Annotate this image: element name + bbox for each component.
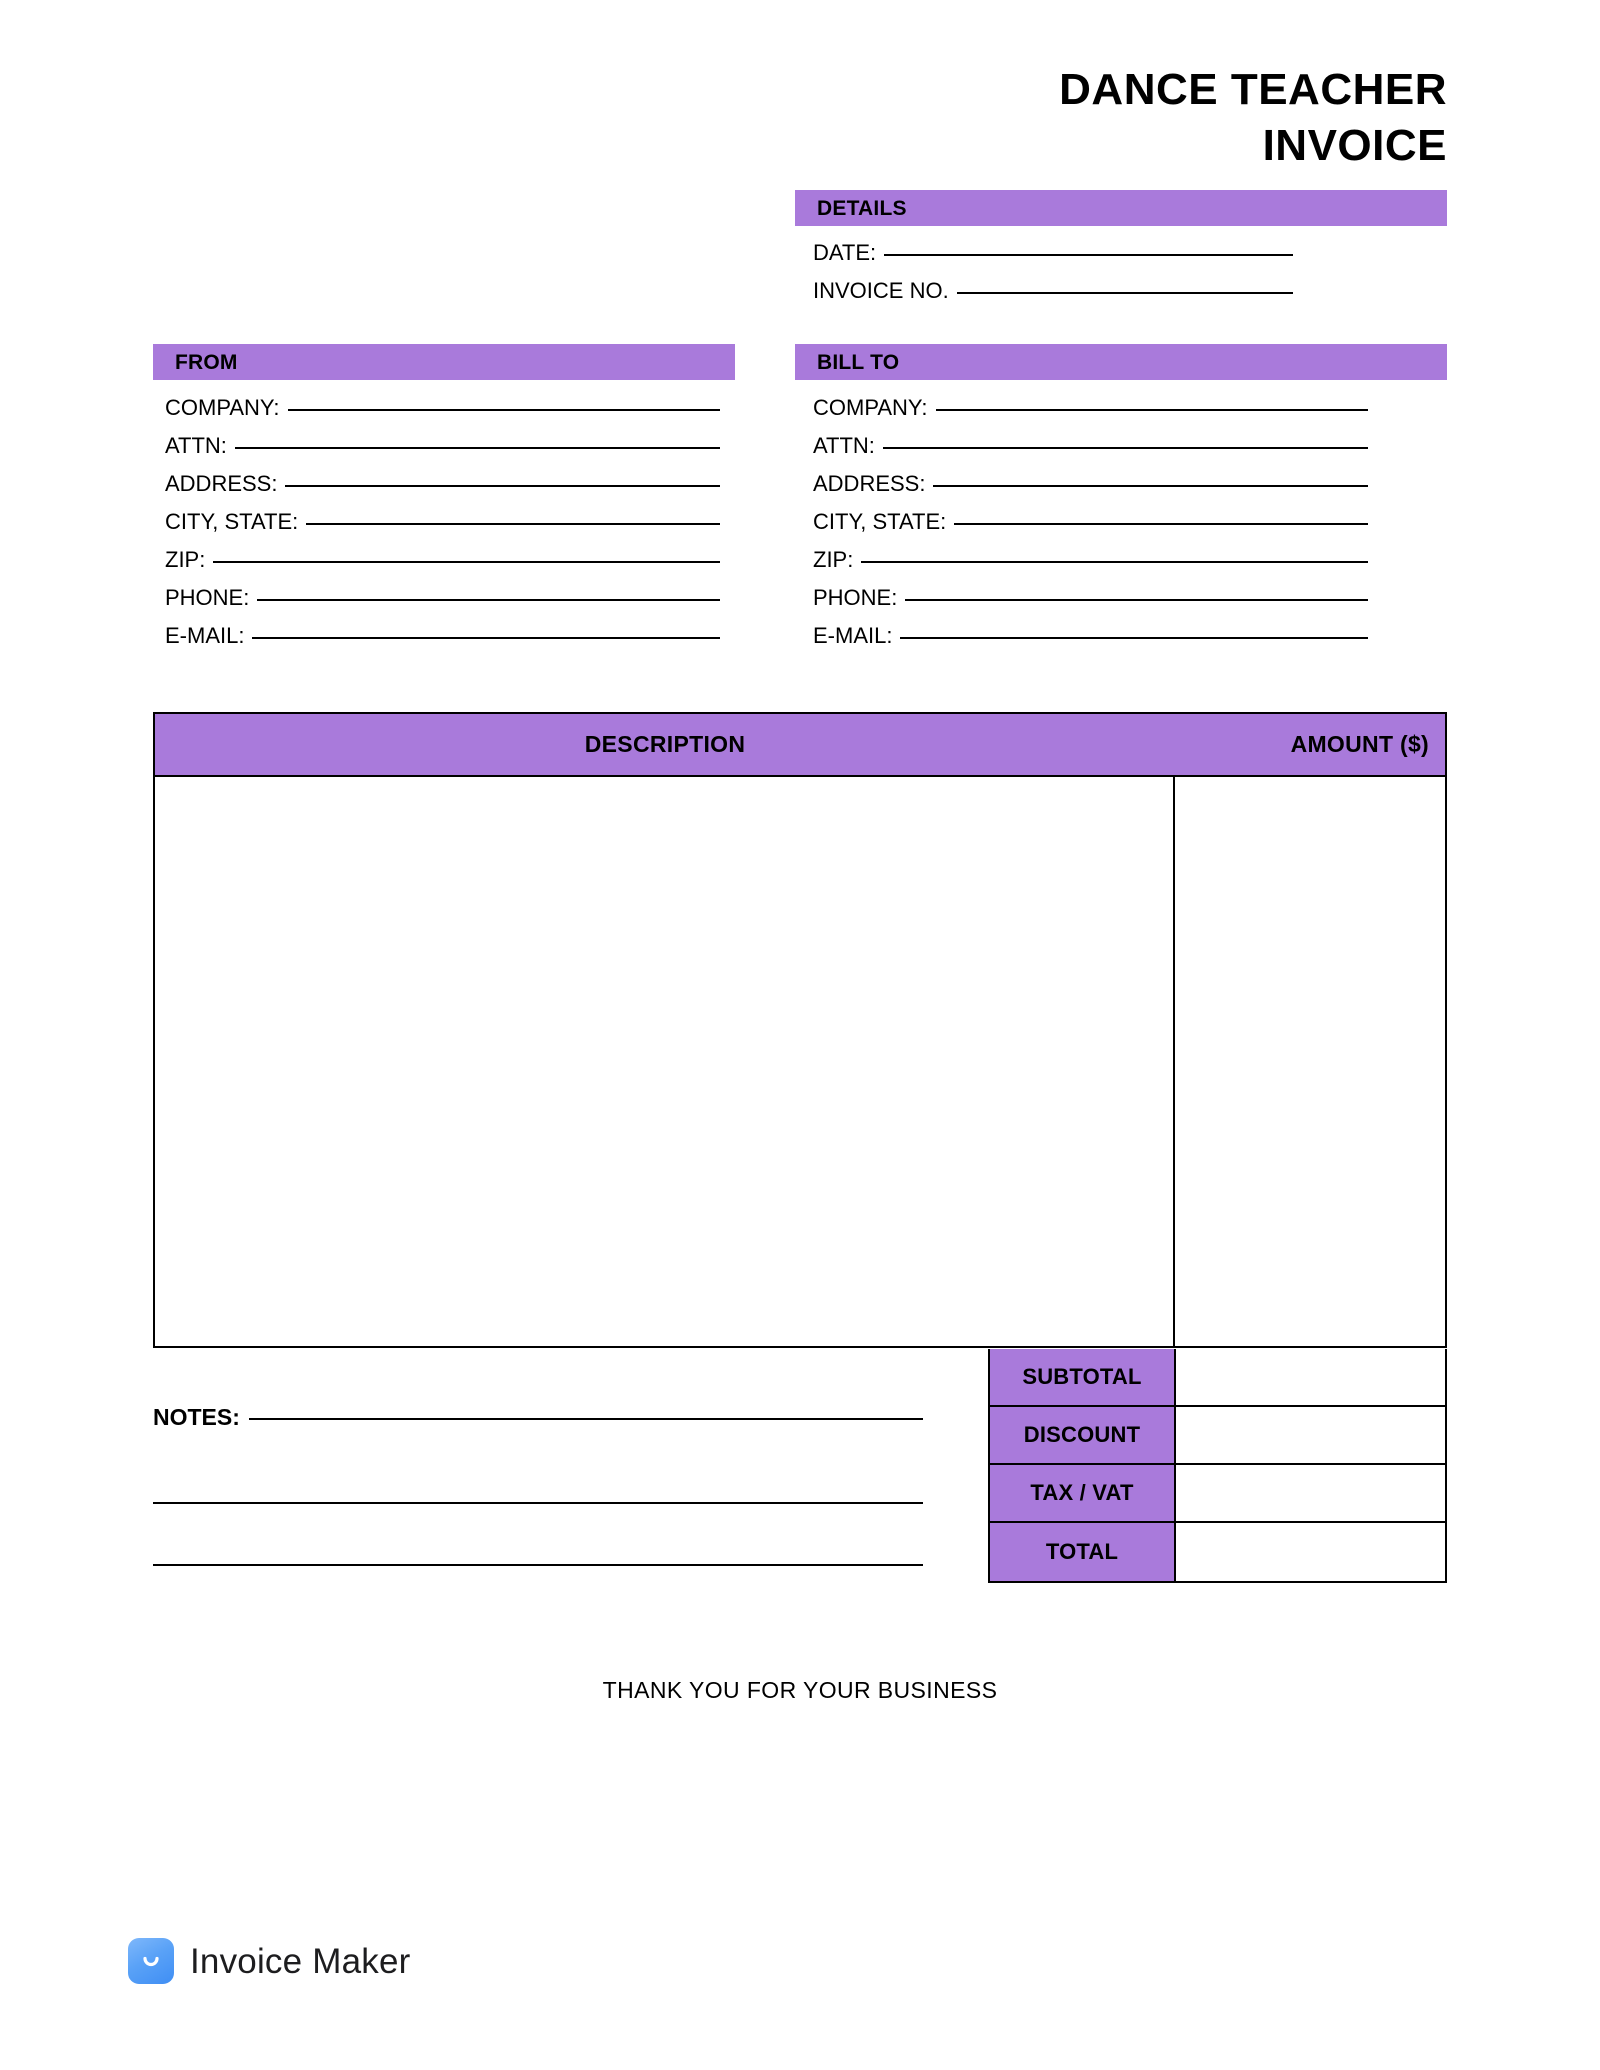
billto-phone-input-line[interactable] <box>905 577 1368 601</box>
amount-column-header: AMOUNT ($) <box>1175 714 1445 775</box>
field-row-billto-phone: PHONE: <box>813 579 1368 617</box>
billto-city-state-input-line[interactable] <box>954 501 1368 525</box>
line-items-body <box>155 777 1445 1346</box>
field-row-from-attn: ATTN: <box>165 427 720 465</box>
invoice-maker-logo-icon <box>128 1938 174 1984</box>
field-row-billto-company: COMPANY: <box>813 389 1368 427</box>
notes-line-1: NOTES: <box>153 1400 923 1434</box>
field-row-from-email: E-MAIL: <box>165 617 720 655</box>
details-field-group: DATE: INVOICE NO. <box>813 234 1293 310</box>
notes-spacer-1 <box>153 1434 923 1502</box>
billto-email-input-line[interactable] <box>900 615 1368 639</box>
amount-header-label: AMOUNT ($) <box>1290 731 1429 757</box>
description-column-header: DESCRIPTION <box>155 714 1175 775</box>
field-row-date: DATE: <box>813 234 1293 272</box>
field-row-billto-zip: ZIP: <box>813 541 1368 579</box>
field-row-billto-address: ADDRESS: <box>813 465 1368 503</box>
from-zip-label: ZIP: <box>165 547 206 572</box>
invoice-no-input-line[interactable] <box>956 270 1293 294</box>
total-label-cell: TOTAL <box>990 1523 1176 1581</box>
discount-label-cell: DISCOUNT <box>990 1407 1176 1463</box>
details-heading-label: DETAILS <box>817 196 907 220</box>
billto-company-label: COMPANY: <box>813 395 928 420</box>
from-email-input-line[interactable] <box>252 615 720 639</box>
invoice-no-label: INVOICE NO. <box>813 278 949 303</box>
from-field-group: COMPANY: ATTN: ADDRESS: CITY, STATE: ZIP… <box>165 389 720 655</box>
totals-row-tax-vat: TAX / VAT <box>990 1465 1445 1523</box>
from-heading-label: FROM <box>175 350 238 374</box>
from-phone-input-line[interactable] <box>257 577 720 601</box>
field-row-billto-attn: ATTN: <box>813 427 1368 465</box>
line-items-header-row: DESCRIPTION AMOUNT ($) <box>155 714 1445 777</box>
billto-zip-label: ZIP: <box>813 547 854 572</box>
notes-spacer-2 <box>153 1504 923 1564</box>
line-items-table: DESCRIPTION AMOUNT ($) <box>153 712 1447 1348</box>
totals-row-discount: DISCOUNT <box>990 1407 1445 1465</box>
subtotal-value-cell[interactable] <box>1176 1349 1445 1405</box>
discount-label: DISCOUNT <box>1023 1422 1141 1447</box>
totals-row-total: TOTAL <box>990 1523 1445 1581</box>
from-attn-input-line[interactable] <box>234 425 720 449</box>
total-value-cell[interactable] <box>1176 1523 1445 1581</box>
title-line-primary: DANCE TEACHER <box>1059 65 1447 114</box>
bill-to-field-group: COMPANY: ATTN: ADDRESS: CITY, STATE: ZIP… <box>813 389 1368 655</box>
billto-company-input-line[interactable] <box>935 387 1368 411</box>
from-zip-input-line[interactable] <box>213 539 720 563</box>
from-city-state-label: CITY, STATE: <box>165 509 299 534</box>
field-row-billto-email: E-MAIL: <box>813 617 1368 655</box>
discount-value-cell[interactable] <box>1176 1407 1445 1463</box>
field-row-from-address: ADDRESS: <box>165 465 720 503</box>
thank-you-message: THANK YOU FOR YOUR BUSINESS <box>602 1677 998 1703</box>
subtotal-label-cell: SUBTOTAL <box>990 1349 1176 1405</box>
billto-phone-label: PHONE: <box>813 585 898 610</box>
notes-input-line-1[interactable] <box>248 1398 923 1420</box>
field-row-from-phone: PHONE: <box>165 579 720 617</box>
date-label: DATE: <box>813 240 877 265</box>
from-attn-label: ATTN: <box>165 433 227 458</box>
tax-vat-value-cell[interactable] <box>1176 1465 1445 1521</box>
field-row-from-zip: ZIP: <box>165 541 720 579</box>
billto-address-label: ADDRESS: <box>813 471 926 496</box>
description-header-label: DESCRIPTION <box>584 731 746 757</box>
total-label: TOTAL <box>1045 1539 1119 1564</box>
bill-to-section-header: BILL TO <box>795 344 1447 380</box>
from-phone-label: PHONE: <box>165 585 250 610</box>
from-email-label: E-MAIL: <box>165 623 245 648</box>
notes-label: NOTES: <box>153 1404 240 1430</box>
from-company-label: COMPANY: <box>165 395 280 420</box>
from-company-input-line[interactable] <box>287 387 720 411</box>
from-address-input-line[interactable] <box>285 463 720 487</box>
billto-address-input-line[interactable] <box>933 463 1368 487</box>
field-row-billto-city-state: CITY, STATE: <box>813 503 1368 541</box>
billto-email-label: E-MAIL: <box>813 623 893 648</box>
field-row-from-city-state: CITY, STATE: <box>165 503 720 541</box>
from-address-label: ADDRESS: <box>165 471 278 496</box>
field-row-from-company: COMPANY: <box>165 389 720 427</box>
description-entry-area[interactable] <box>155 777 1175 1346</box>
brand-name-label: Invoice Maker <box>190 1941 411 1981</box>
billto-zip-input-line[interactable] <box>861 539 1368 563</box>
title-line-secondary: INVOICE <box>1262 121 1447 170</box>
subtotal-label: SUBTOTAL <box>1022 1364 1142 1389</box>
bill-to-heading-label: BILL TO <box>817 350 900 374</box>
notes-section: NOTES: <box>153 1400 923 1566</box>
date-input-line[interactable] <box>884 232 1293 256</box>
totals-row-subtotal: SUBTOTAL <box>990 1349 1445 1407</box>
tax-vat-label-cell: TAX / VAT <box>990 1465 1176 1521</box>
amount-entry-area[interactable] <box>1175 777 1445 1346</box>
totals-table: SUBTOTAL DISCOUNT TAX / VAT TOTAL <box>988 1349 1447 1583</box>
from-city-state-input-line[interactable] <box>306 501 720 525</box>
brand-footer: Invoice Maker <box>128 1938 410 1984</box>
page-title: DANCE TEACHER INVOICE <box>153 62 1447 174</box>
field-row-invoice-no: INVOICE NO. <box>813 272 1293 310</box>
billto-attn-label: ATTN: <box>813 433 875 458</box>
billto-attn-input-line[interactable] <box>882 425 1368 449</box>
details-section-header: DETAILS <box>795 190 1447 226</box>
notes-input-line-3[interactable] <box>153 1564 923 1566</box>
from-section-header: FROM <box>153 344 735 380</box>
invoice-page: DANCE TEACHER INVOICE DETAILS DATE: INVO… <box>0 0 1600 2070</box>
tax-vat-label: TAX / VAT <box>1030 1480 1134 1505</box>
billto-city-state-label: CITY, STATE: <box>813 509 947 534</box>
